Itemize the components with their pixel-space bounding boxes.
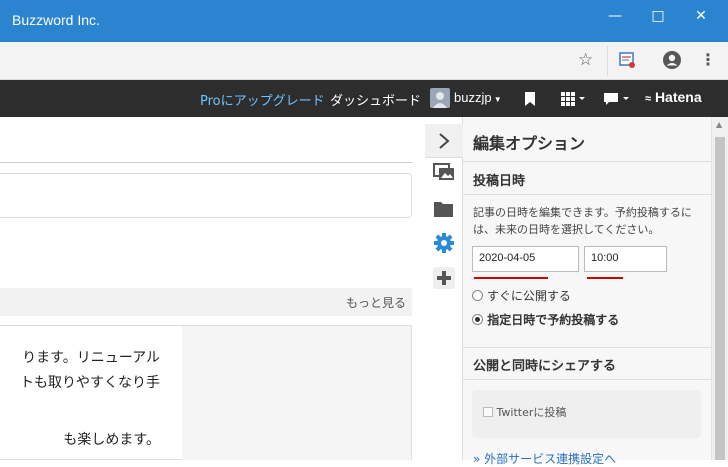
notification-icon[interactable] [603,91,631,107]
divider [463,379,711,380]
menu-dots-icon[interactable]: ⋮ [700,50,716,69]
card-thumbnail [182,326,411,460]
sidebar-toolbar [425,117,463,460]
datetime-description: 記事の日時を編集できます。予約投稿するには、未来の日時を選択してください。 [473,206,692,236]
hatena-brand: Hatena [654,89,702,105]
caret-down-icon: ▼ [491,95,502,104]
account-icon[interactable] [662,50,682,70]
card-text: ります。リニューアル トも取りやすくなり手 も楽しめます。 [0,346,160,453]
edit-options-panel: 編集オプション 投稿日時 記事の日時を編集できます。予約投稿するには、未来の日時… [463,117,711,466]
section-share-heading: 公開と同時にシェアする [473,359,617,374]
maximize-icon[interactable]: □ [643,6,673,28]
radio-now-label: すぐに公開する [486,289,571,303]
folder-icon[interactable] [433,199,455,221]
plus-icon[interactable] [433,267,455,289]
external-services-link[interactable]: » 外部サービス連携設定へ [473,450,616,467]
preview-card: ります。リニューアル トも取りやすくなり手 も楽しめます。 [0,325,412,460]
radio-scheduled[interactable]: 指定日時で予約投稿する [472,311,619,328]
share-box: Twitterに投稿 [472,390,701,438]
window-titlebar: Buzzword Inc. — □ ✕ [0,0,728,42]
hatena-mark-icon: ≈ [645,93,652,105]
upgrade-link[interactable]: Proにアップグレード [200,90,325,109]
hatena-navbar: Proにアップグレード ダッシュボード buzzjp ▼ ≈ Hatena [0,80,728,117]
chevron-right-icon[interactable] [425,124,463,158]
editor-pane: もっと見る ります。リニューアル トも取りやすくなり手 も楽しめます。 [0,117,425,460]
address-field[interactable]: ☆ [0,46,608,76]
user-menu[interactable]: buzzjp ▼ [454,90,502,105]
minimize-icon[interactable]: — [600,6,630,28]
related-bar: もっと見る [0,288,412,316]
extension-icon[interactable] [618,51,636,69]
divider [463,194,711,195]
divider [463,347,711,348]
time-underline [587,277,623,279]
radio-publish-now[interactable]: すぐに公開する [472,287,571,304]
radio-button-selected[interactable] [472,314,483,325]
image-icon[interactable] [433,162,455,184]
apps-grid-icon[interactable] [560,91,586,107]
radio-button[interactable] [472,290,483,301]
window-title: Buzzword Inc. [12,12,100,28]
divider [0,162,412,163]
scroll-up-icon[interactable]: ▲ [716,120,722,129]
panel-title: 編集オプション [473,134,586,153]
card-line: も楽しめます。 [63,432,160,448]
bookmark-icon[interactable] [523,91,537,107]
title-input[interactable] [0,173,412,218]
time-input[interactable]: 10:00 [584,246,667,272]
card-line: ります。リニューアル [22,350,160,366]
dashboard-link[interactable]: ダッシュボード [330,90,421,109]
scrollbar-thumb[interactable] [715,137,725,460]
date-underline [474,277,548,279]
divider [463,161,711,162]
star-icon[interactable]: ☆ [578,50,593,70]
radio-scheduled-label: 指定日時で予約投稿する [487,313,620,327]
avatar[interactable] [430,88,450,108]
twitter-checkbox[interactable] [483,407,493,417]
panel-scrollbar[interactable]: ▲ [711,117,728,460]
hatena-logo[interactable]: ≈ Hatena [645,89,702,105]
date-input[interactable]: 2020-04-05 [472,246,579,272]
browser-toolbar: ☆ ⋮ [0,42,728,80]
twitter-label: Twitterに投稿 [496,406,567,419]
twitter-option[interactable]: Twitterに投稿 [483,404,566,420]
username: buzzjp [454,90,492,105]
close-icon[interactable]: ✕ [686,6,716,28]
more-link[interactable]: もっと見る [346,294,406,311]
radio-dot [475,317,480,322]
gear-icon[interactable] [433,232,455,254]
card-line: トも取りやすくなり手 [20,375,160,391]
section-datetime-heading: 投稿日時 [473,174,526,189]
